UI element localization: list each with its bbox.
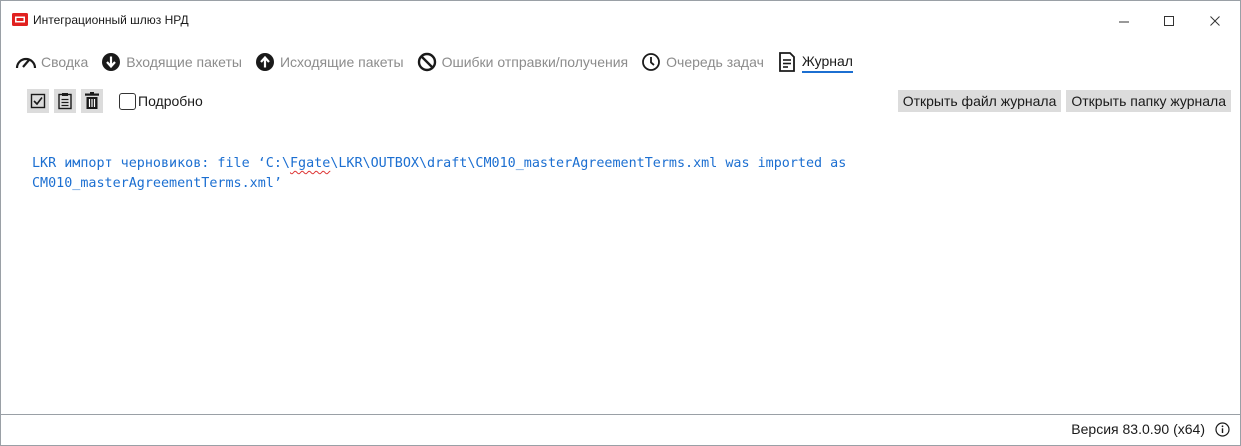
prohibited-icon <box>416 51 438 73</box>
tab-journal[interactable]: Журнал <box>776 50 853 74</box>
tab-errors[interactable]: Ошибки отправки/получения <box>416 50 629 74</box>
copy-icon <box>58 93 72 110</box>
status-bar: Версия 83.0.90 (x64) <box>1071 421 1230 437</box>
tab-incoming-label: Входящие пакеты <box>126 54 242 70</box>
detailed-toggle[interactable]: Подробно <box>119 92 203 110</box>
tab-task-queue[interactable]: Очередь задач <box>640 50 764 74</box>
gauge-icon <box>15 51 37 73</box>
maximize-icon <box>1164 16 1174 26</box>
tab-summary-label: Сводка <box>41 54 89 70</box>
tab-incoming[interactable]: Входящие пакеты <box>100 50 242 74</box>
title-bar[interactable]: Интеграционный шлюз НРД <box>1 1 1240 41</box>
document-icon <box>776 51 798 73</box>
log-line-2: CM010_masterAgreementTerms.xml’ <box>32 176 282 191</box>
minimize-icon <box>1119 21 1129 23</box>
maximize-button[interactable] <box>1158 11 1180 31</box>
detailed-checkbox[interactable] <box>119 92 136 110</box>
main-nav: Сводка Входящие пакеты Исходящие пакеты … <box>15 49 865 75</box>
tab-errors-label: Ошибки отправки/получения <box>441 54 629 70</box>
status-divider <box>1 414 1240 415</box>
arrow-down-circle-icon <box>100 51 122 73</box>
log-toolbar: Подробно <box>27 88 203 114</box>
select-all-button[interactable] <box>27 89 49 113</box>
info-icon[interactable] <box>1215 421 1230 437</box>
version-text: Версия 83.0.90 (x64) <box>1071 421 1205 437</box>
tab-journal-label: Журнал <box>801 53 853 73</box>
log-line-1-spellcheck-word: Fgate <box>289 156 331 171</box>
clock-icon <box>640 51 662 73</box>
tab-summary[interactable]: Сводка <box>15 50 88 74</box>
app-logo-icon <box>12 13 28 26</box>
tab-outgoing[interactable]: Исходящие пакеты <box>254 50 404 74</box>
detailed-checkbox-label: Подробно <box>138 93 203 109</box>
clear-log-button[interactable] <box>81 89 103 113</box>
app-window: Интеграционный шлюз НРД Сводка Входящие … <box>0 0 1241 446</box>
arrow-up-circle-icon <box>254 51 276 73</box>
log-line-1-end: \LKR\OUTBOX\draft\CM010_masterAgreementT… <box>330 156 847 171</box>
log-output[interactable]: LKR импорт черновиков: file ‘C:\Fgate\LK… <box>32 154 1212 194</box>
tab-outgoing-label: Исходящие пакеты <box>279 54 404 70</box>
minimize-button[interactable] <box>1113 11 1135 31</box>
delete-icon <box>85 92 99 109</box>
log-line-1-start: LKR импорт черновиков: file ‘C:\ <box>32 156 290 171</box>
select-all-icon <box>30 93 46 109</box>
close-button[interactable] <box>1204 11 1226 31</box>
tab-task-queue-label: Очередь задач <box>666 54 764 70</box>
open-log-folder-button[interactable]: Открыть папку журнала <box>1066 90 1231 112</box>
log-actions: Открыть файл журнала Открыть папку журна… <box>893 90 1231 112</box>
open-log-file-button[interactable]: Открыть файл журнала <box>897 90 1062 112</box>
window-title: Интеграционный шлюз НРД <box>33 13 189 27</box>
close-icon <box>1210 16 1220 26</box>
copy-button[interactable] <box>54 89 76 113</box>
